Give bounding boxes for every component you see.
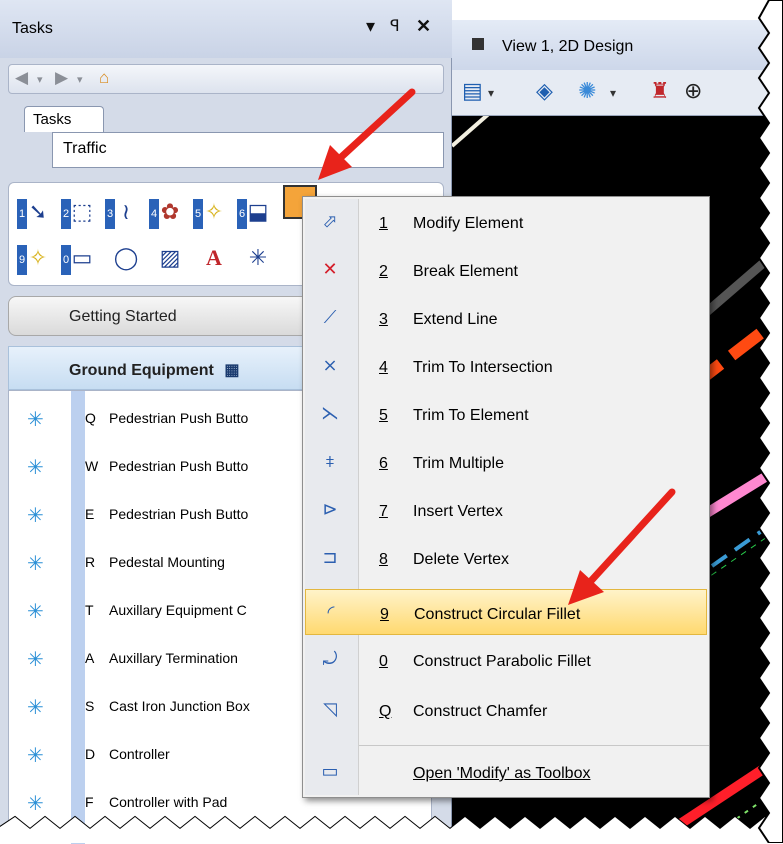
red-arrow-icon (318, 88, 416, 180)
torn-edge-right (757, 0, 783, 843)
torn-edge-bottom (0, 815, 783, 843)
annotation-layer (318, 88, 676, 605)
red-arrow-icon (568, 488, 676, 605)
